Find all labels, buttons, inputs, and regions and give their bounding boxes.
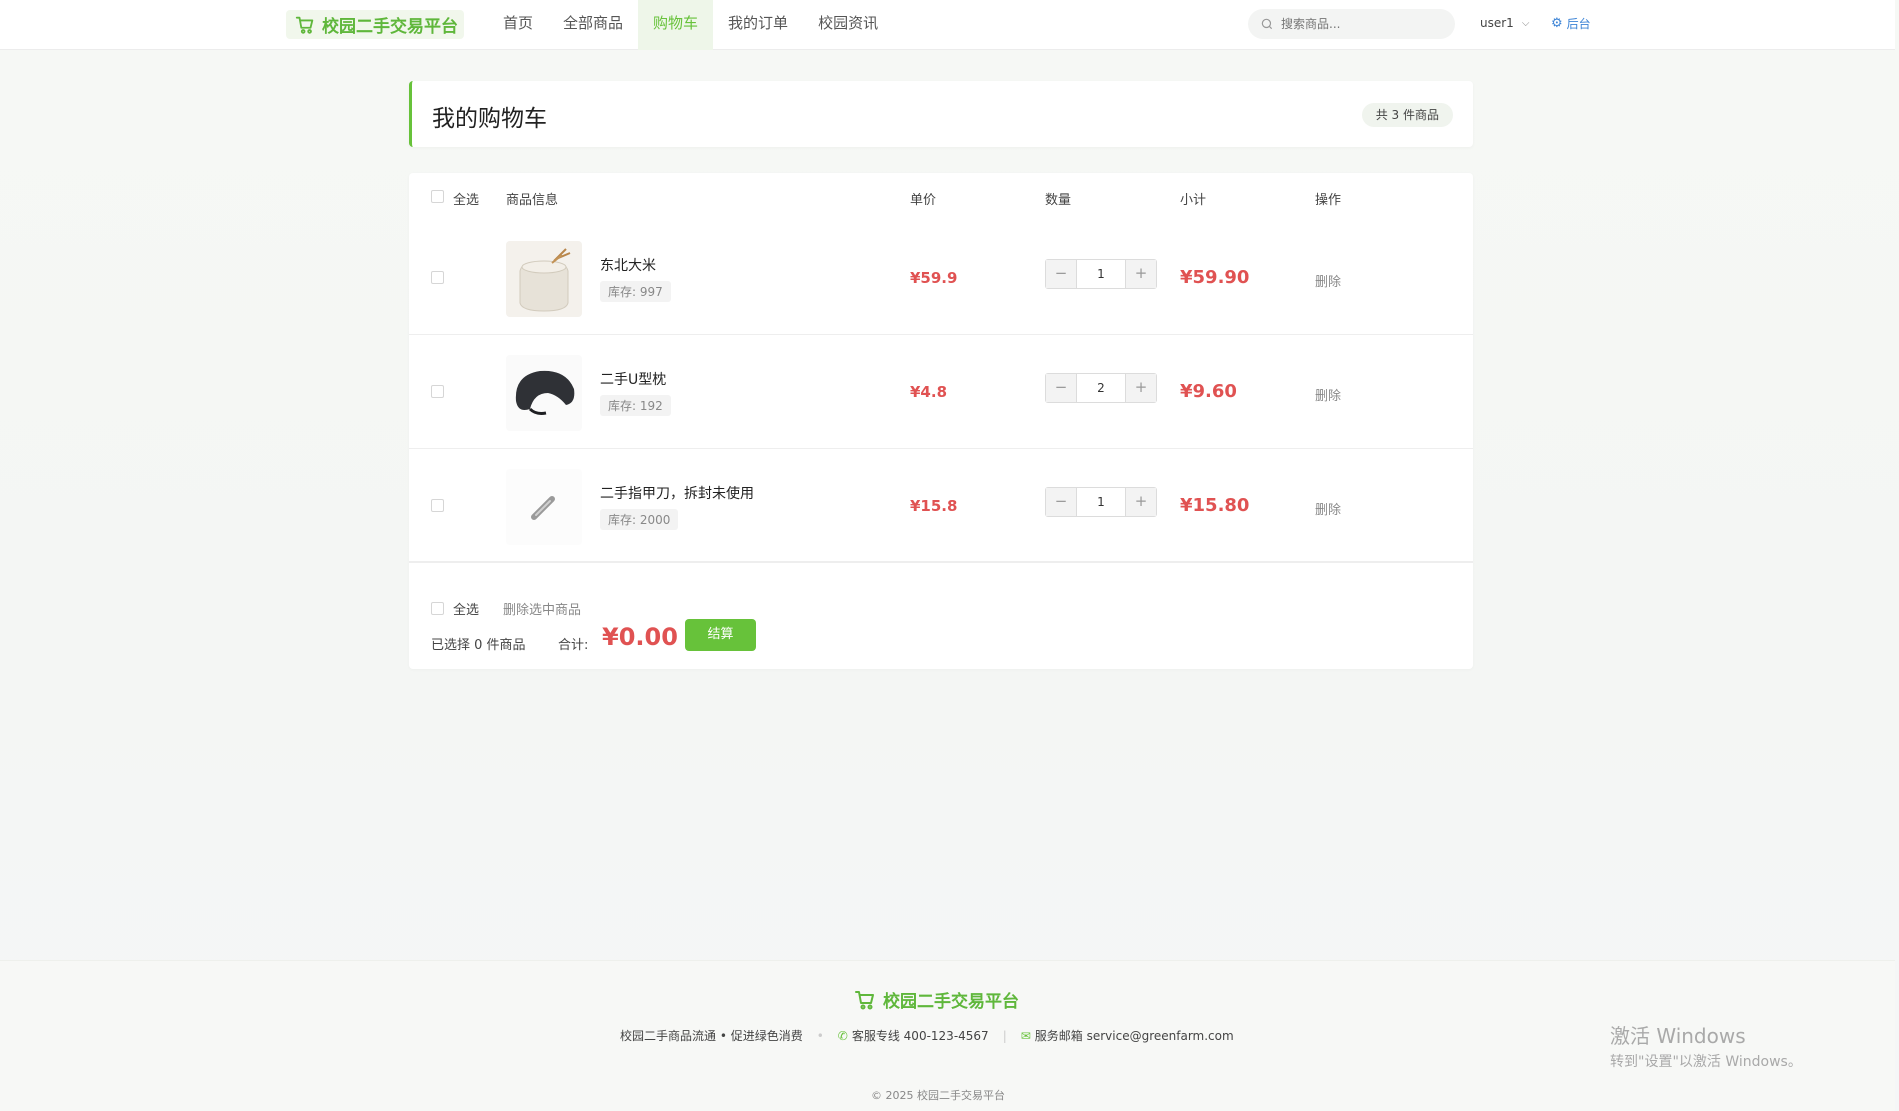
decrease-button[interactable]: − [1046,260,1076,288]
delete-button[interactable]: 删除 [1315,271,1341,290]
site-brand: 校园二手交易平台 [322,17,458,37]
footer-slogan: 校园二手商品流通 • 促进绿色消费 [620,1029,803,1043]
cart-icon [853,988,877,1012]
nav-cart[interactable]: 购物车 [638,0,714,50]
product-image-pillow[interactable] [506,355,582,431]
product-name[interactable]: 东北大米 [600,255,656,275]
mail-icon: ✉ [1020,1028,1031,1043]
checkout-button[interactable]: 结算 [685,619,756,651]
watermark-subtitle: 转到"设置"以激活 Windows。 [1610,1054,1802,1070]
product-image-nail-clipper[interactable] [506,469,582,545]
decrease-button[interactable]: − [1046,488,1076,516]
quantity-stepper: − 1 + [1045,259,1157,289]
total-label: 合计: [558,638,589,653]
search-box[interactable] [1248,9,1455,39]
footer-info-line: 校园二手商品流通 • 促进绿色消费 • ✆ 客服专线 400-123-4567 … [620,1027,1234,1044]
footer-brand: 校园二手交易平台 [883,992,1019,1012]
header-select-all-checkbox[interactable] [431,190,444,207]
unit-price: ¥59.9 [910,269,958,287]
table-row: 二手U型枕 库存: 192 ¥4.8 − 2 + ¥9.60 删除 [409,335,1473,449]
top-header: 校园二手交易平台 首页 全部商品 购物车 我的订单 校园资讯 user1 ⌵ ⚙… [0,0,1895,50]
unit-price: ¥4.8 [910,383,948,401]
row-checkbox[interactable] [431,271,444,284]
quantity-stepper: − 2 + [1045,373,1157,403]
footer-select-all[interactable]: 全选 [431,599,479,618]
footer-logo: 校园二手交易平台 [853,987,1019,1012]
row-checkbox[interactable] [431,385,444,398]
delete-button[interactable]: 删除 [1315,385,1341,404]
admin-label: 后台 [1566,17,1591,31]
phone-icon: ✆ [837,1028,848,1043]
nav-my-orders[interactable]: 我的订单 [713,0,803,50]
column-product: 商品信息 [506,193,559,208]
subtotal: ¥15.80 [1180,495,1250,516]
table-row: 二手指甲刀，拆封未使用 库存: 2000 ¥15.8 − 1 + ¥15.80 … [409,449,1473,563]
row-checkbox[interactable] [431,499,444,512]
selected-count: 已选择 0 件商品 [431,638,526,653]
table-header: 全选 商品信息 单价 数量 小计 操作 [409,173,1473,221]
stock-badge: 库存: 997 [600,281,671,302]
footer-select-all-label: 全选 [453,603,480,618]
chevron-down-icon: ⌵ [1521,17,1530,29]
footer-select-all-checkbox[interactable] [431,602,444,615]
header-select-all-label: 全选 [453,193,480,208]
delete-button[interactable]: 删除 [1315,499,1341,518]
separator-bar: | [1002,1028,1007,1043]
cart-summary-bar: 全选 删除选中商品 已选择 0 件商品 合计: ¥0.00 结算 [409,561,1473,669]
search-icon [1260,17,1274,31]
nav-campus-news[interactable]: 校园资讯 [803,0,893,50]
subtotal: ¥59.90 [1180,267,1250,288]
search-input[interactable] [1281,17,1441,31]
nav-all-products[interactable]: 全部商品 [548,0,638,50]
user-menu[interactable]: user1 ⌵ [1480,16,1529,30]
nav-home[interactable]: 首页 [488,0,548,50]
total-amount: ¥0.00 [602,623,678,651]
footer-phone: 客服专线 400-123-4567 [851,1029,989,1043]
decrease-button[interactable]: − [1046,374,1076,402]
table-row: 东北大米 库存: 997 ¥59.9 − 1 + ¥59.90 删除 [409,221,1473,335]
gear-icon: ⚙ [1551,16,1563,31]
windows-activation-watermark: 激活 Windows 转到"设置"以激活 Windows。 [1610,1020,1802,1071]
delete-selected-button[interactable]: 删除选中商品 [503,599,581,618]
separator-dot: • [816,1028,824,1043]
watermark-title: 激活 Windows [1610,1024,1746,1048]
increase-button[interactable]: + [1126,374,1156,402]
stock-badge: 库存: 2000 [600,509,679,530]
item-count-badge: 共 3 件商品 [1361,103,1453,127]
product-name[interactable]: 二手U型枕 [600,369,666,389]
main-nav: 首页 全部商品 购物车 我的订单 校园资讯 [488,0,893,50]
page-title: 我的购物车 [432,106,547,132]
increase-button[interactable]: + [1126,260,1156,288]
quantity-value[interactable]: 1 [1076,260,1126,288]
copyright: © 2025 校园二手交易平台 [871,1089,1005,1102]
quantity-value[interactable]: 1 [1076,488,1126,516]
quantity-value[interactable]: 2 [1076,374,1126,402]
increase-button[interactable]: + [1126,488,1156,516]
column-subtotal: 小计 [1180,193,1207,208]
site-logo[interactable]: 校园二手交易平台 [286,10,464,39]
cart-title-card: 我的购物车 共 3 件商品 [409,81,1473,147]
cart-table: 全选 商品信息 单价 数量 小计 操作 东北大米 库存: 997 ¥59.9 −… [409,173,1473,669]
product-image-rice[interactable] [506,241,582,317]
subtotal: ¥9.60 [1180,381,1237,402]
cart-icon [294,14,316,36]
admin-link[interactable]: ⚙ 后台 [1551,15,1591,32]
product-name[interactable]: 二手指甲刀，拆封未使用 [600,483,754,503]
footer-email[interactable]: 服务邮箱 service@greenfarm.com [1035,1027,1234,1044]
column-quantity: 数量 [1045,193,1072,208]
unit-price: ¥15.8 [910,497,958,515]
stock-badge: 库存: 192 [600,395,671,416]
username: user1 [1480,16,1514,30]
quantity-stepper: − 1 + [1045,487,1157,517]
column-unit-price: 单价 [910,193,937,208]
column-action: 操作 [1315,193,1342,208]
